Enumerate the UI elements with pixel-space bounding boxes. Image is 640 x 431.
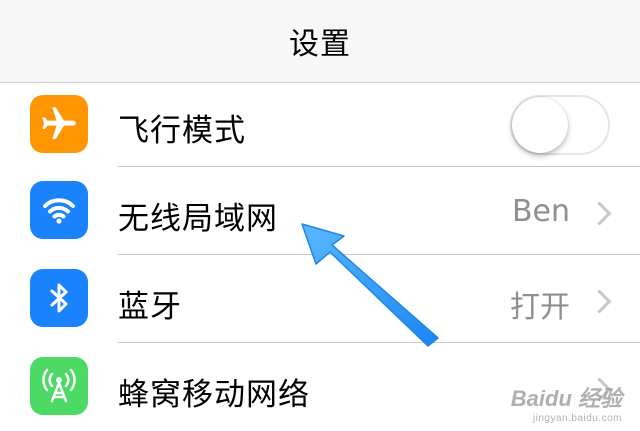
settings-row-wifi[interactable]: 无线局域网 Ben xyxy=(0,167,640,255)
watermark-sub-text: jingyan.baidu.com xyxy=(532,413,622,424)
row-label: 蜂窝移动网络 xyxy=(118,377,310,413)
toggle-knob xyxy=(512,97,568,153)
airplane-icon xyxy=(30,95,88,153)
chevron-right-icon xyxy=(587,201,612,226)
settings-row-bluetooth[interactable]: 蓝牙 打开 xyxy=(0,255,640,343)
settings-row-airplane-mode[interactable]: 飞行模式 xyxy=(0,83,640,167)
row-label: 飞行模式 xyxy=(118,113,246,149)
baidu-watermark-logo: Baidu 经验 jingyan.baidu.com xyxy=(511,381,622,424)
row-label: 蓝牙 xyxy=(118,289,182,325)
wifi-icon xyxy=(30,181,88,239)
chevron-right-icon xyxy=(587,289,612,314)
cellular-icon xyxy=(30,357,88,415)
row-label: 无线局域网 xyxy=(118,201,278,237)
bluetooth-icon xyxy=(30,269,88,327)
settings-list: 飞行模式 无线局域网 Ben 蓝牙 打开 蜂窝移动网络 xyxy=(0,83,640,431)
bluetooth-status-value: 打开 xyxy=(510,290,570,325)
airplane-mode-toggle[interactable] xyxy=(510,95,610,155)
page-title: 设置 xyxy=(289,27,351,62)
watermark-main-text: Baidu 经验 xyxy=(510,386,622,411)
wifi-network-value: Ben xyxy=(511,194,570,229)
navigation-bar: 设置 xyxy=(0,0,640,83)
